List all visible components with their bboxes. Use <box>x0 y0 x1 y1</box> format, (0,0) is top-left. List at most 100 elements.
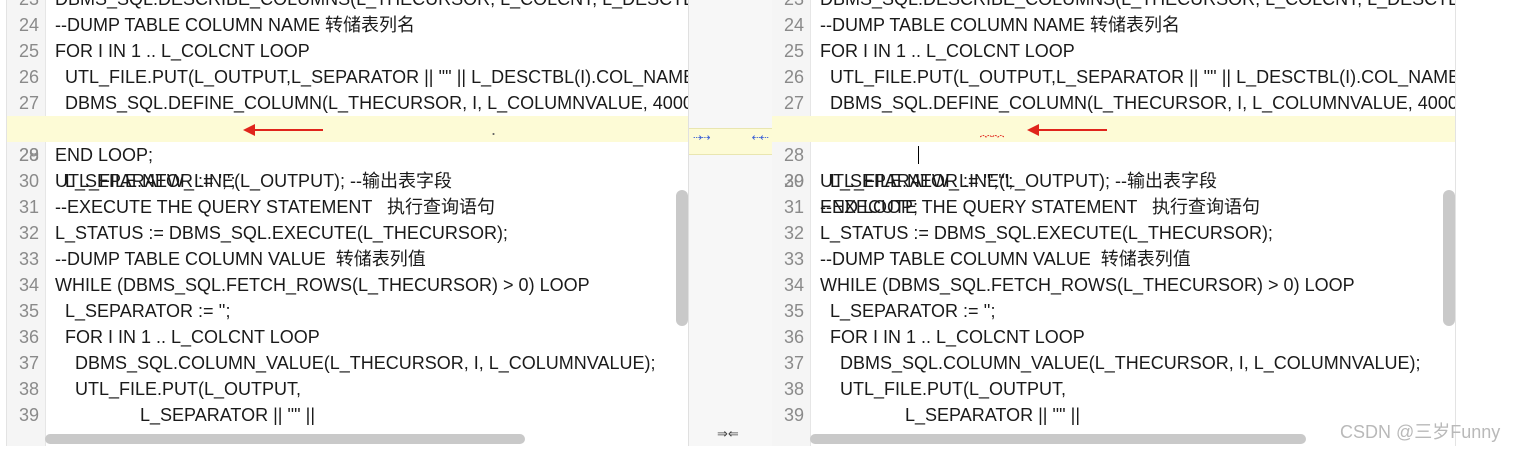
line-number: 31 <box>18 197 39 217</box>
code-line-38: 38 UTL_FILE.PUT(L_OUTPUT, <box>772 376 1455 402</box>
code-text[interactable]: --DUMP TABLE COLUMN NAME 转储表列名 <box>55 12 415 38</box>
horizontal-scrollbar[interactable] <box>45 434 525 444</box>
code-text[interactable]: UTL_FILE.NEW_LINE(L_OUTPUT); --输出表字段 <box>820 168 1217 194</box>
line-number: 34 <box>18 275 39 295</box>
code-line-25: 25 FOR I IN 1 .. L_COLCNT LOOP <box>772 38 1455 64</box>
code-line-33: 33 --DUMP TABLE COLUMN VALUE 转储表列值 <box>772 246 1455 272</box>
code-text[interactable]: --DUMP TABLE COLUMN VALUE 转储表列值 <box>55 246 426 272</box>
vertical-scrollbar[interactable] <box>676 190 688 326</box>
code-line-36: 36 FOR I IN 1 .. L_COLCNT LOOP <box>772 324 1455 350</box>
line-number: 23 <box>7 0 39 12</box>
code-text[interactable]: --EXECUTE THE QUERY STATEMENT 执行查询语句 <box>820 194 1260 220</box>
left-editor-pane[interactable]: 23 DBMS_SQL.DESCRIBE_COLUMNS(L_THECURSOR,… <box>6 0 688 446</box>
line-number: 30 <box>18 171 39 191</box>
code-text[interactable]: L_STATUS := DBMS_SQL.EXECUTE(L_THECURSOR… <box>820 220 1273 246</box>
code-text[interactable]: L_STATUS := DBMS_SQL.EXECUTE(L_THECURSOR… <box>55 220 508 246</box>
changed-code-line-28: 28 L_SEPARATOR := '","'; <box>772 116 1455 191</box>
code-text[interactable]: DBMS_SQL.DESCRIBE_COLUMNS(L_THECURSOR, L… <box>820 0 1455 12</box>
line-number: 33 <box>783 249 804 269</box>
line-number: 37 <box>18 353 39 373</box>
code-text[interactable]: L_SEPARATOR || '"' || <box>55 402 315 428</box>
line-number: 35 <box>18 301 39 321</box>
line-number: 39 <box>18 405 39 425</box>
code-line-29: 29 END LOOP; <box>772 142 1455 217</box>
code-text[interactable]: DBMS_SQL.DEFINE_COLUMN(L_THECURSOR, I, L… <box>820 90 1455 116</box>
code-line-33: 33 --DUMP TABLE COLUMN VALUE 转储表列值 <box>7 246 688 272</box>
code-line-26: 26 UTL_FILE.PUT(L_OUTPUT,L_SEPARATOR || … <box>772 64 1455 90</box>
code-text[interactable]: L_SEPARATOR := ''; <box>55 298 230 324</box>
line-number: 33 <box>18 249 39 269</box>
right-editor-pane[interactable]: 23 DBMS_SQL.DESCRIBE_COLUMNS(L_THECURSOR,… <box>772 0 1456 446</box>
line-number: 37 <box>783 353 804 373</box>
code-text[interactable]: WHILE (DBMS_SQL.FETCH_ROWS(L_THECURSOR) … <box>820 272 1355 298</box>
code-line-24: 24 --DUMP TABLE COLUMN NAME 转储表列名 <box>772 12 1455 38</box>
spellcheck-underline <box>980 135 1004 138</box>
red-arrow-icon <box>1027 124 1107 136</box>
code-text[interactable]: FOR I IN 1 .. L_COLCNT LOOP <box>55 324 320 350</box>
code-text[interactable]: DBMS_SQL.DEFINE_COLUMN(L_THECURSOR, I, L… <box>55 90 688 116</box>
line-number: 36 <box>18 327 39 347</box>
code-text[interactable]: UTL_FILE.PUT(L_OUTPUT,L_SEPARATOR || '"'… <box>820 64 1455 90</box>
code-line-32: 32 L_STATUS := DBMS_SQL.EXECUTE(L_THECURS… <box>7 220 688 246</box>
code-line-31: 31 --EXECUTE THE QUERY STATEMENT 执行查询语句 <box>772 194 1455 220</box>
line-number: 38 <box>18 379 39 399</box>
code-text[interactable]: UTL_FILE.PUT(L_OUTPUT, <box>820 376 1066 402</box>
code-line-35: 35 L_SEPARATOR := ''; <box>7 298 688 324</box>
diff-marker-right-icon[interactable]: ⇠⇠ <box>752 131 769 144</box>
line-number: 24 <box>18 15 39 35</box>
code-text[interactable]: UTL_FILE.PUT(L_OUTPUT,L_SEPARATOR || '"'… <box>55 64 688 90</box>
code-line-23: 23 DBMS_SQL.DESCRIBE_COLUMNS(L_THECURSOR,… <box>772 0 1455 12</box>
line-number: 34 <box>783 275 804 295</box>
merge-arrows-icon[interactable]: ⇒⇐ <box>717 426 739 442</box>
code-text[interactable]: UTL_FILE.PUT(L_OUTPUT, <box>55 376 301 402</box>
diff-highlight-band: ⇢⇢ ⇠⇠ <box>689 128 772 155</box>
code-line-29: 29 END LOOP; <box>7 142 688 168</box>
line-number: 39 <box>783 405 804 425</box>
code-text[interactable]: L_SEPARATOR := ''; <box>820 298 995 324</box>
code-line-35: 35 L_SEPARATOR := ''; <box>772 298 1455 324</box>
line-number: 35 <box>783 301 804 321</box>
code-text[interactable]: DBMS_SQL.DESCRIBE_COLUMNS(L_THECURSOR, L… <box>55 0 688 12</box>
diff-marker-left-icon[interactable]: ⇢⇢ <box>693 131 710 144</box>
code-text[interactable]: --EXECUTE THE QUERY STATEMENT 执行查询语句 <box>55 194 495 220</box>
code-text[interactable]: --DUMP TABLE COLUMN VALUE 转储表列值 <box>820 246 1191 272</box>
horizontal-scrollbar[interactable] <box>810 434 1306 444</box>
code-line-34: 34 WHILE (DBMS_SQL.FETCH_ROWS(L_THECURSOR… <box>7 272 688 298</box>
line-number: 36 <box>783 327 804 347</box>
code-line-38: 38 UTL_FILE.PUT(L_OUTPUT, <box>7 376 688 402</box>
line-number: 30 <box>783 171 804 191</box>
code-line-27: 27 DBMS_SQL.DEFINE_COLUMN(L_THECURSOR, I… <box>772 90 1455 116</box>
code-text[interactable]: WHILE (DBMS_SQL.FETCH_ROWS(L_THECURSOR) … <box>55 272 590 298</box>
code-line-30: 30 UTL_FILE.NEW_LINE(L_OUTPUT); --输出表字段 <box>772 168 1455 194</box>
code-line-36: 36 FOR I IN 1 .. L_COLCNT LOOP <box>7 324 688 350</box>
line-number: 29 <box>18 145 39 165</box>
code-line-32: 32 L_STATUS := DBMS_SQL.EXECUTE(L_THECURS… <box>772 220 1455 246</box>
line-number: 31 <box>783 197 804 217</box>
line-number: 23 <box>772 0 804 12</box>
line-number: 26 <box>18 67 39 87</box>
line-number: 26 <box>783 67 804 87</box>
line-number: 24 <box>783 15 804 35</box>
code-text[interactable]: L_SEPARATOR || '"' || <box>820 402 1080 428</box>
code-lines: 23 DBMS_SQL.DESCRIBE_COLUMNS(L_THECURSOR,… <box>7 0 688 428</box>
line-number: 38 <box>783 379 804 399</box>
code-line-24: 24 --DUMP TABLE COLUMN NAME 转储表列名 <box>7 12 688 38</box>
code-text[interactable]: FOR I IN 1 .. L_COLCNT LOOP <box>55 38 310 64</box>
watermark-text: CSDN @三岁Funny <box>1340 422 1501 442</box>
code-line-23: 23 DBMS_SQL.DESCRIBE_COLUMNS(L_THECURSOR,… <box>7 0 688 12</box>
code-text[interactable]: DBMS_SQL.COLUMN_VALUE(L_THECURSOR, I, L_… <box>55 350 655 376</box>
code-text[interactable]: FOR I IN 1 .. L_COLCNT LOOP <box>820 38 1075 64</box>
code-line-26: 26 UTL_FILE.PUT(L_OUTPUT,L_SEPARATOR || … <box>7 64 688 90</box>
code-line-34: 34 WHILE (DBMS_SQL.FETCH_ROWS(L_THECURSOR… <box>772 272 1455 298</box>
code-text[interactable]: END LOOP; <box>55 142 153 168</box>
text-cursor <box>918 146 919 164</box>
code-line-31: 31 --EXECUTE THE QUERY STATEMENT 执行查询语句 <box>7 194 688 220</box>
code-text[interactable]: --DUMP TABLE COLUMN NAME 转储表列名 <box>820 12 1180 38</box>
code-line-37: 37 DBMS_SQL.COLUMN_VALUE(L_THECURSOR, I,… <box>7 350 688 376</box>
vertical-scrollbar[interactable] <box>1443 190 1455 326</box>
code-text[interactable]: DBMS_SQL.COLUMN_VALUE(L_THECURSOR, I, L_… <box>820 350 1420 376</box>
line-number: 27 <box>783 93 804 113</box>
line-number: 25 <box>18 41 39 61</box>
code-text[interactable]: UTL_FILE.NEW_LINE(L_OUTPUT); --输出表字段 <box>55 168 452 194</box>
code-text[interactable]: FOR I IN 1 .. L_COLCNT LOOP <box>820 324 1085 350</box>
